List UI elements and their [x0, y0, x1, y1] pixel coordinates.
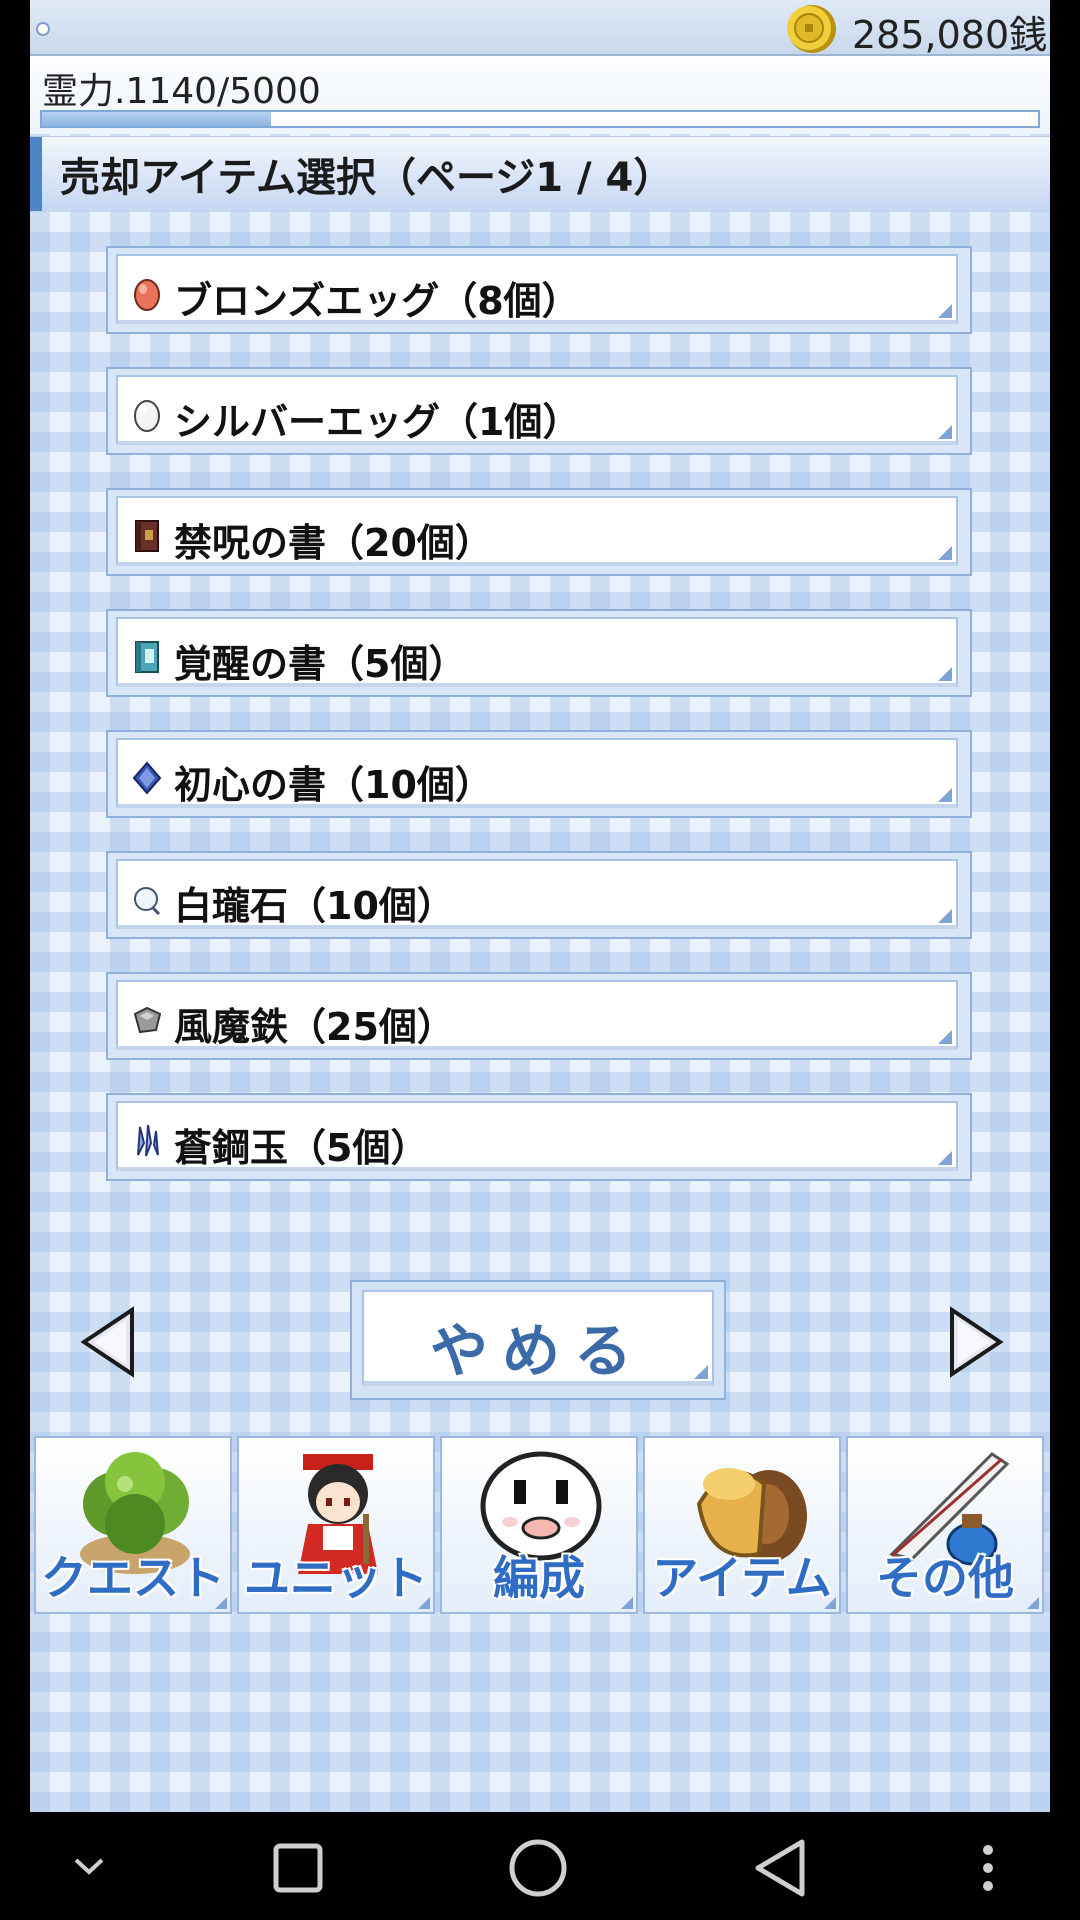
cancel-button[interactable]: やめる — [350, 1280, 726, 1400]
status-bar: 285,080銭 — [30, 0, 1050, 57]
more-options-icon[interactable] — [980, 1842, 996, 1894]
menu-other-button[interactable]: その他 — [846, 1436, 1044, 1614]
money-amount: 285,080銭 — [852, 13, 1048, 57]
item-label: 覚醒の書（5個） — [174, 642, 467, 686]
page-title: 売却アイテム選択（ページ1 / 4） — [60, 155, 674, 201]
item-label: ブロンズエッグ（8個） — [174, 279, 580, 323]
next-page-button[interactable] — [946, 1306, 1006, 1378]
menu-item-button[interactable]: アイテム — [643, 1436, 841, 1614]
header-accent — [30, 137, 42, 211]
cancel-button-label: やめる — [429, 1317, 646, 1385]
item-label: 白瓏石（10個） — [174, 884, 455, 928]
forbidden-book-icon — [135, 520, 159, 552]
previous-page-button[interactable] — [78, 1306, 138, 1378]
item-label: 初心の書（10個） — [174, 763, 493, 807]
coin-icon — [787, 5, 836, 53]
menu-item-label: アイテム — [652, 1551, 832, 1605]
sell-item-button[interactable]: ブロンズエッグ（8個） — [106, 246, 972, 334]
sell-item-button[interactable]: 白瓏石（10個） — [106, 851, 972, 939]
status-dot-icon — [36, 22, 50, 36]
iron-ore-icon — [133, 1006, 162, 1034]
menu-formation-button[interactable]: 編成 — [440, 1436, 638, 1614]
system-navigation-bar — [0, 1812, 1080, 1920]
menu-unit-label: ユニット — [244, 1551, 428, 1605]
item-label: 禁呪の書（20個） — [174, 521, 493, 565]
sell-item-button[interactable]: 初心の書（10個） — [106, 730, 972, 818]
sell-item-button[interactable]: 風魔鉄（25個） — [106, 972, 972, 1060]
silver-egg-icon — [134, 400, 160, 432]
sell-item-button[interactable]: シルバーエッグ（1個） — [106, 367, 972, 455]
spirit-gauge: 霊力.1140/5000 — [30, 56, 1050, 134]
recent-apps-icon[interactable] — [272, 1842, 324, 1894]
sell-item-button[interactable]: 禁呪の書（20個） — [106, 488, 972, 576]
spirit-progress-bar — [40, 110, 1040, 128]
spirit-label: 霊力.1140/5000 — [42, 71, 321, 112]
game-screen: 285,080銭 霊力.1140/5000 売却アイテム選択（ページ1 / 4）… — [30, 0, 1050, 1812]
sell-item-button[interactable]: 覚醒の書（5個） — [106, 609, 972, 697]
item-label: 蒼鋼玉（5個） — [174, 1126, 429, 1170]
item-label: 風魔鉄（25個） — [174, 1005, 455, 1049]
menu-quest-button[interactable]: クエスト — [34, 1436, 232, 1614]
chevron-down-icon[interactable] — [72, 1856, 106, 1878]
beginner-book-icon — [132, 761, 162, 795]
back-icon[interactable] — [752, 1838, 808, 1898]
menu-unit-button[interactable]: ユニット — [237, 1436, 435, 1614]
spirit-progress-fill — [42, 112, 272, 126]
awakening-book-icon — [135, 641, 159, 673]
home-icon[interactable] — [508, 1838, 568, 1898]
white-stone-icon — [134, 887, 161, 916]
bronze-egg-icon — [134, 279, 160, 311]
sell-item-button[interactable]: 蒼鋼玉（5個） — [106, 1093, 972, 1181]
menu-quest-label: クエスト — [41, 1551, 225, 1605]
menu-formation-label: 編成 — [493, 1551, 585, 1605]
menu-other-label: その他 — [876, 1551, 1014, 1605]
page-header: 売却アイテム選択（ページ1 / 4） — [30, 136, 1050, 211]
blue-crystal-icon — [137, 1124, 159, 1157]
item-label: シルバーエッグ（1個） — [174, 400, 581, 444]
